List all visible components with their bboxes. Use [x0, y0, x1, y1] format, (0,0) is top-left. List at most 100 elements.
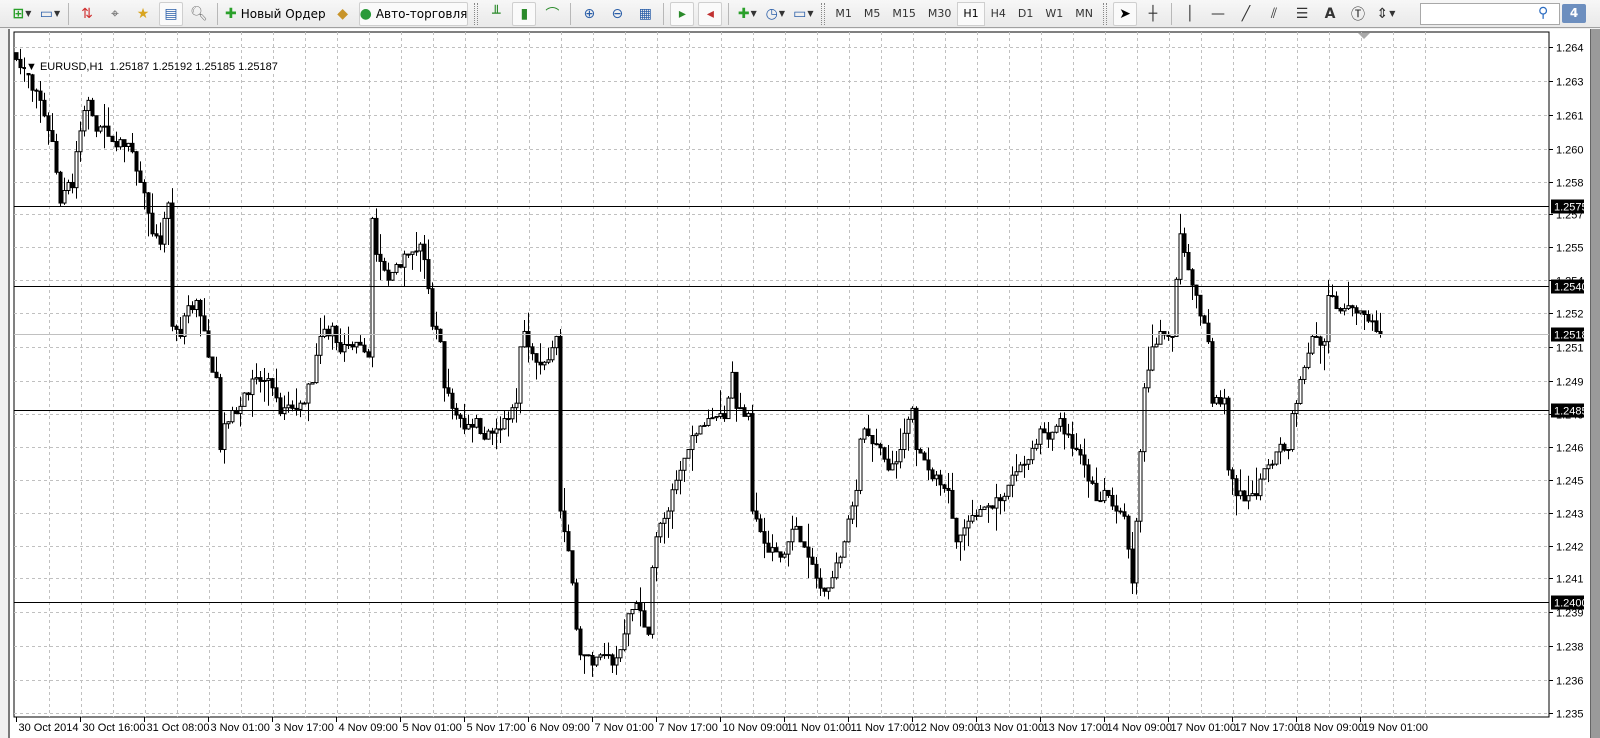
horizontal-level-label: 1.25750 [1554, 202, 1584, 214]
zoom-in-button[interactable]: ⊕ [577, 2, 601, 26]
strategy-tester-button[interactable]: 🔍︎ [187, 2, 211, 26]
templates-button[interactable]: ▭ ▼ [791, 2, 815, 26]
candle-bear [1062, 418, 1067, 435]
candle-bear [1118, 510, 1123, 513]
data-window-button[interactable]: ⌖ [103, 2, 127, 26]
candle-bear [534, 353, 539, 363]
candle-bull [302, 402, 307, 405]
timeframe-d1-button[interactable]: D1 [1012, 2, 1039, 26]
vertical-scrollbar[interactable] [1590, 29, 1600, 738]
candle-bear [30, 74, 35, 91]
auto-scroll-button[interactable]: ▸ [670, 1, 695, 26]
new-order-button[interactable]: ✚ Новый Ордер [224, 2, 327, 26]
timeframe-h4-button[interactable]: H4 [985, 2, 1012, 26]
new-chart-button[interactable]: ⊞ ▼ [10, 2, 34, 26]
timeframe-w1-button[interactable]: W1 [1039, 2, 1069, 26]
candle-bear [350, 344, 355, 348]
horizontal-line-tool-button[interactable]: — [1206, 2, 1230, 26]
candlestick-button[interactable]: ▮ [512, 1, 537, 26]
time-axis-label: 19 Nov 01:00 [1363, 722, 1428, 734]
candle-bull [1098, 500, 1103, 503]
equidistant-channel-tool-button[interactable]: ⫽ [1262, 2, 1286, 26]
market-watch-button[interactable]: ⇅ [75, 2, 99, 26]
navigator-button[interactable]: ★ [131, 2, 155, 26]
chart-shift-button[interactable]: ◂ [698, 1, 723, 26]
arrows-tool-button[interactable]: ⇕ ▼ [1374, 2, 1398, 26]
price-axis-label: 1.25860 [1556, 178, 1584, 190]
autotrading-button[interactable]: ● Авто-торговля [358, 1, 469, 26]
candle-bear [46, 115, 51, 132]
time-axis-label: 10 Nov 09:00 [723, 722, 788, 734]
search-icon[interactable]: ⚲ [1538, 5, 1548, 21]
candle-bull [502, 418, 507, 430]
time-axis-label: 6 Nov 09:00 [531, 722, 590, 734]
candle-bull [902, 432, 907, 451]
candle-bull [226, 421, 231, 425]
toolbar-grip[interactable] [474, 2, 479, 25]
timeframe-m15-button[interactable]: M15 [886, 2, 922, 26]
line-chart-button[interactable]: ⌒ [540, 2, 564, 26]
candle-bear [430, 288, 435, 327]
price-axis-label: 1.24540 [1556, 476, 1584, 488]
notifications-badge[interactable]: 4 [1562, 4, 1586, 23]
candle-bear [1130, 548, 1135, 584]
vertical-line-tool-button[interactable]: │ [1178, 2, 1202, 26]
candle-bear [990, 505, 995, 509]
toolbar-grip[interactable] [821, 2, 826, 25]
timeframe-m5-button[interactable]: M5 [858, 2, 887, 26]
zoom-out-button[interactable]: ⊖ [605, 2, 629, 26]
candle-bear [150, 212, 155, 235]
candle-bear [570, 550, 575, 584]
chart-window[interactable]: 1.26455 1.26305 1.26155 1.26005 1.25860 1.257… [8, 29, 1592, 738]
trendline-icon: ╱ [1241, 5, 1251, 22]
candle-bull [1058, 418, 1063, 427]
candle-bull [842, 541, 847, 558]
candle-bear [762, 531, 767, 544]
candle-bear [638, 603, 643, 612]
candle-bear [270, 378, 275, 389]
candle-bull [1346, 305, 1351, 310]
candle-bull [1262, 468, 1267, 480]
candle-bear [290, 404, 295, 409]
candle-bull [82, 110, 87, 132]
bar-chart-button[interactable]: ╨ [484, 2, 508, 26]
candle-bear [1042, 428, 1047, 434]
toolbar-separator [1170, 2, 1172, 25]
toolbar-separator [663, 2, 665, 25]
timeframe-h1-button[interactable]: H1 [957, 1, 985, 26]
candle-bear [58, 171, 63, 204]
trendline-tool-button[interactable]: ╱ [1234, 2, 1258, 26]
candle-bear [998, 497, 1003, 502]
fibonacci-tool-button[interactable]: ☰ [1290, 2, 1314, 26]
toolbar-grip[interactable] [1102, 2, 1107, 25]
dropdown-triangle-icon[interactable]: ▼ [26, 61, 37, 73]
timeframe-m30-button[interactable]: M30 [922, 2, 958, 26]
candle-bear [1226, 397, 1231, 471]
timeframe-m1-button[interactable]: M1 [829, 2, 858, 26]
candle-bull [466, 423, 471, 430]
candle-bear [1242, 490, 1247, 502]
candle-bear [870, 435, 875, 445]
candle-bull [1018, 464, 1023, 473]
candle-bear [1190, 269, 1195, 286]
periods-button[interactable]: ◷ ▼ [763, 2, 787, 26]
price-axis-label: 1.23805 [1556, 642, 1584, 654]
candle-bull [310, 382, 315, 385]
metaeditor-button[interactable]: ◆ [331, 2, 355, 26]
text-tool-button[interactable]: A [1318, 2, 1342, 26]
crosshair-tool-button[interactable]: ┼ [1141, 2, 1165, 26]
timeframe-mn-button[interactable]: MN [1069, 2, 1099, 26]
text-label-tool-button[interactable]: Ⓣ [1346, 2, 1370, 26]
candle-bull [690, 435, 695, 451]
candle-bull [654, 536, 659, 569]
tile-windows-button[interactable]: ▦ [633, 2, 657, 26]
candle-bear [874, 443, 879, 446]
indicators-button[interactable]: ✚ ▼ [735, 2, 759, 26]
price-chart[interactable]: 1.26455 1.26305 1.26155 1.26005 1.25860 1.257… [10, 29, 1584, 738]
candle-bull [650, 567, 655, 635]
candle-bull [554, 335, 559, 349]
profiles-button[interactable]: ▭ ▼ [38, 2, 62, 26]
terminal-button[interactable]: ▤ [159, 1, 183, 26]
candle-bear [818, 577, 823, 589]
cursor-tool-button[interactable]: ➤ [1112, 1, 1137, 26]
